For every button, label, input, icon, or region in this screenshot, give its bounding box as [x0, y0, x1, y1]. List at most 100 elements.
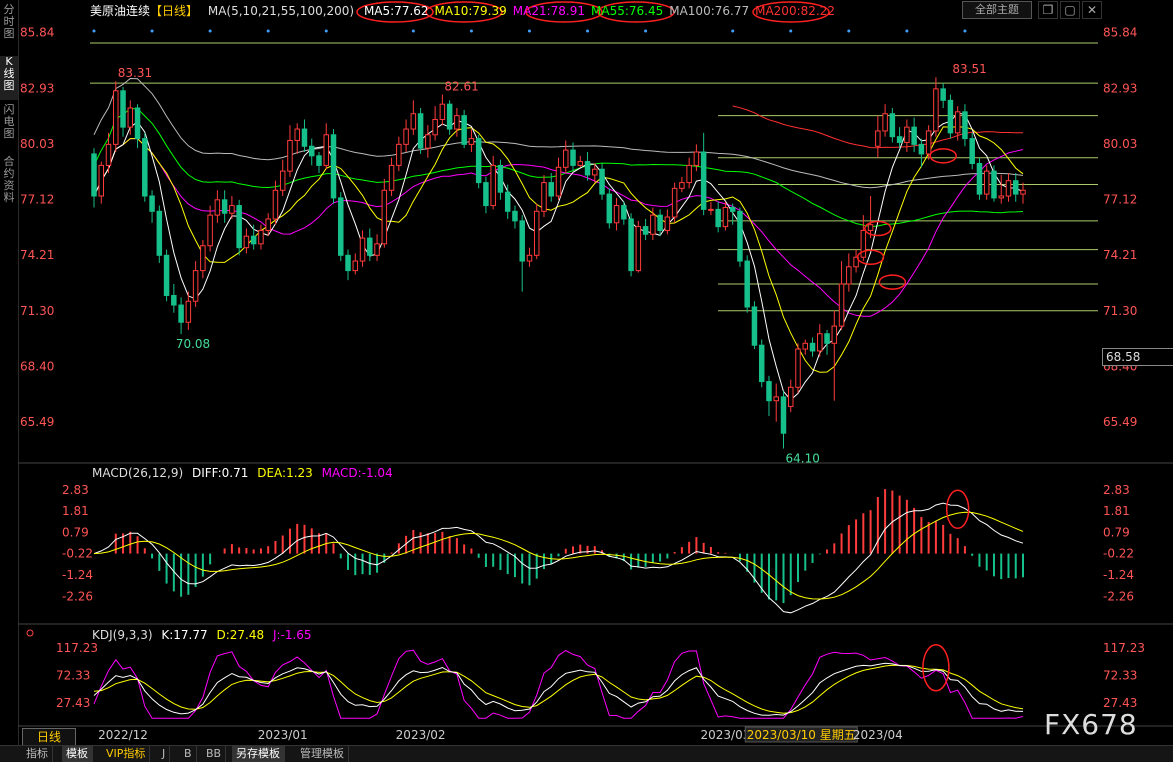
tab-b[interactable]: B: [180, 746, 197, 762]
kdj-y-tick-left: 27.43: [56, 696, 90, 710]
candle-body: [475, 138, 482, 184]
tab-template[interactable]: 模板: [62, 746, 93, 762]
candle-body: [998, 195, 1004, 199]
ma-item-2: MA21:78.91: [512, 4, 585, 18]
macd-y-tick-right: -2.26: [1103, 589, 1134, 603]
candle-body: [258, 229, 264, 245]
candle-body: [846, 266, 852, 285]
marker-dot: [266, 29, 270, 33]
candle-body: [621, 205, 627, 220]
tab-flash[interactable]: 闪电图: [0, 104, 18, 148]
y-tick-left: 80.03: [20, 137, 54, 151]
ma-item-4: MA100:76.77: [669, 4, 750, 18]
candle-body: [933, 88, 939, 132]
macd-y-tick-left: -0.22: [62, 547, 93, 561]
period-button[interactable]: 日线: [22, 728, 76, 746]
candle-body: [272, 189, 279, 220]
candle-body: [780, 396, 787, 434]
marker-dot: [208, 29, 212, 33]
candle-body: [512, 210, 518, 222]
theme-dropdown[interactable]: 全部主题: [962, 1, 1032, 19]
candle-body: [308, 145, 315, 157]
candle-body: [214, 199, 221, 216]
manage-template-button[interactable]: 管理模板: [296, 746, 349, 762]
marker-dot: [469, 29, 473, 33]
price-annotation-high: 83.51: [952, 62, 986, 76]
macd-dea: DEA:1.23: [257, 466, 313, 480]
candle-body: [831, 325, 838, 344]
marker-dot: [411, 29, 415, 33]
candle-body: [940, 88, 946, 101]
candle-body: [294, 128, 300, 142]
candle-body: [396, 143, 402, 166]
tab-j[interactable]: J: [158, 746, 171, 762]
tab-indicator[interactable]: 指标: [22, 746, 53, 762]
candle-body: [316, 155, 322, 166]
candle-body: [809, 342, 816, 352]
candle-body: [236, 205, 242, 249]
y-tick-right: 65.49: [1103, 415, 1137, 429]
candle-body: [548, 182, 554, 197]
candle-body: [381, 189, 388, 245]
kdj-header: KDJ(9,3,3) K:17.77 D:27.48 J:-1.65: [92, 628, 317, 642]
candle-body: [105, 143, 112, 166]
kdj-title: KDJ(9,3,3): [92, 628, 153, 642]
candle-body: [142, 138, 148, 197]
candle-body: [795, 348, 801, 388]
candle-body: [925, 130, 932, 155]
highlight-ellipse: [878, 274, 907, 290]
macd-header: MACD(26,12,9) DIFF:0.71 DEA:1.23 MACD:-1…: [92, 466, 398, 480]
candle-body: [802, 342, 809, 350]
candle-body: [976, 162, 983, 195]
restore-icon[interactable]: ❐: [1038, 1, 1058, 19]
candle-body: [279, 170, 286, 191]
tab-timeshare[interactable]: 分时图: [0, 4, 18, 48]
macd-y-tick-right: -1.24: [1103, 568, 1134, 582]
candle-body: [171, 294, 177, 306]
candle-body: [613, 205, 620, 224]
marker-dot: [963, 29, 967, 33]
tab-contract-info[interactable]: 合约资料: [0, 156, 18, 214]
ma-header: 美原油连续【日线】 MA(5,10,21,55,100,200) MA5:77.…: [90, 2, 847, 20]
candle-body: [287, 140, 293, 172]
candle-body: [911, 126, 917, 145]
candle-body: [555, 166, 562, 197]
y-tick-right: 85.84: [1103, 26, 1137, 40]
candle-body: [533, 210, 540, 256]
candle-body: [708, 208, 714, 211]
watermark: FX678: [1044, 708, 1138, 741]
minimize-icon[interactable]: ▢: [1060, 1, 1080, 19]
y-tick-left: 65.49: [20, 415, 54, 429]
last-price-box: 68.58: [1102, 348, 1173, 366]
y-tick-left: 68.40: [20, 359, 54, 373]
macd-y-tick-left: 0.79: [62, 525, 89, 539]
macd-y-tick-right: 2.83: [1103, 483, 1130, 497]
kdj-d-line: [93, 664, 1024, 714]
y-tick-left: 71.30: [20, 304, 54, 318]
candle-body: [192, 270, 199, 302]
y-tick-left: 85.84: [20, 26, 54, 40]
tab-bb[interactable]: BB: [202, 746, 227, 762]
tab-vip-indicator[interactable]: VIP指标: [102, 746, 151, 762]
candle-body: [163, 254, 170, 296]
candle-body: [693, 151, 700, 166]
candle-body: [758, 344, 765, 383]
candle-body: [1020, 189, 1026, 195]
candle-body: [896, 136, 903, 143]
x-tick: 2023/03: [701, 728, 751, 742]
candle-body: [628, 218, 634, 272]
candle-body: [664, 216, 671, 231]
price-annotation-high: 82.61: [444, 79, 478, 93]
save-template-button[interactable]: 另存模板: [232, 746, 285, 762]
candle-body: [98, 164, 105, 197]
candle-body: [737, 210, 743, 262]
candle-body: [766, 381, 772, 402]
tab-kline[interactable]: K线图: [0, 56, 18, 100]
macd-value: MACD:-1.04: [321, 466, 393, 480]
marker-dot: [789, 29, 793, 33]
candle-body: [207, 214, 213, 247]
macd-diff-line: [93, 502, 1024, 614]
y-tick-left: 82.93: [20, 81, 54, 95]
close-icon[interactable]: ✕: [1082, 1, 1102, 19]
candle-body: [432, 118, 438, 136]
